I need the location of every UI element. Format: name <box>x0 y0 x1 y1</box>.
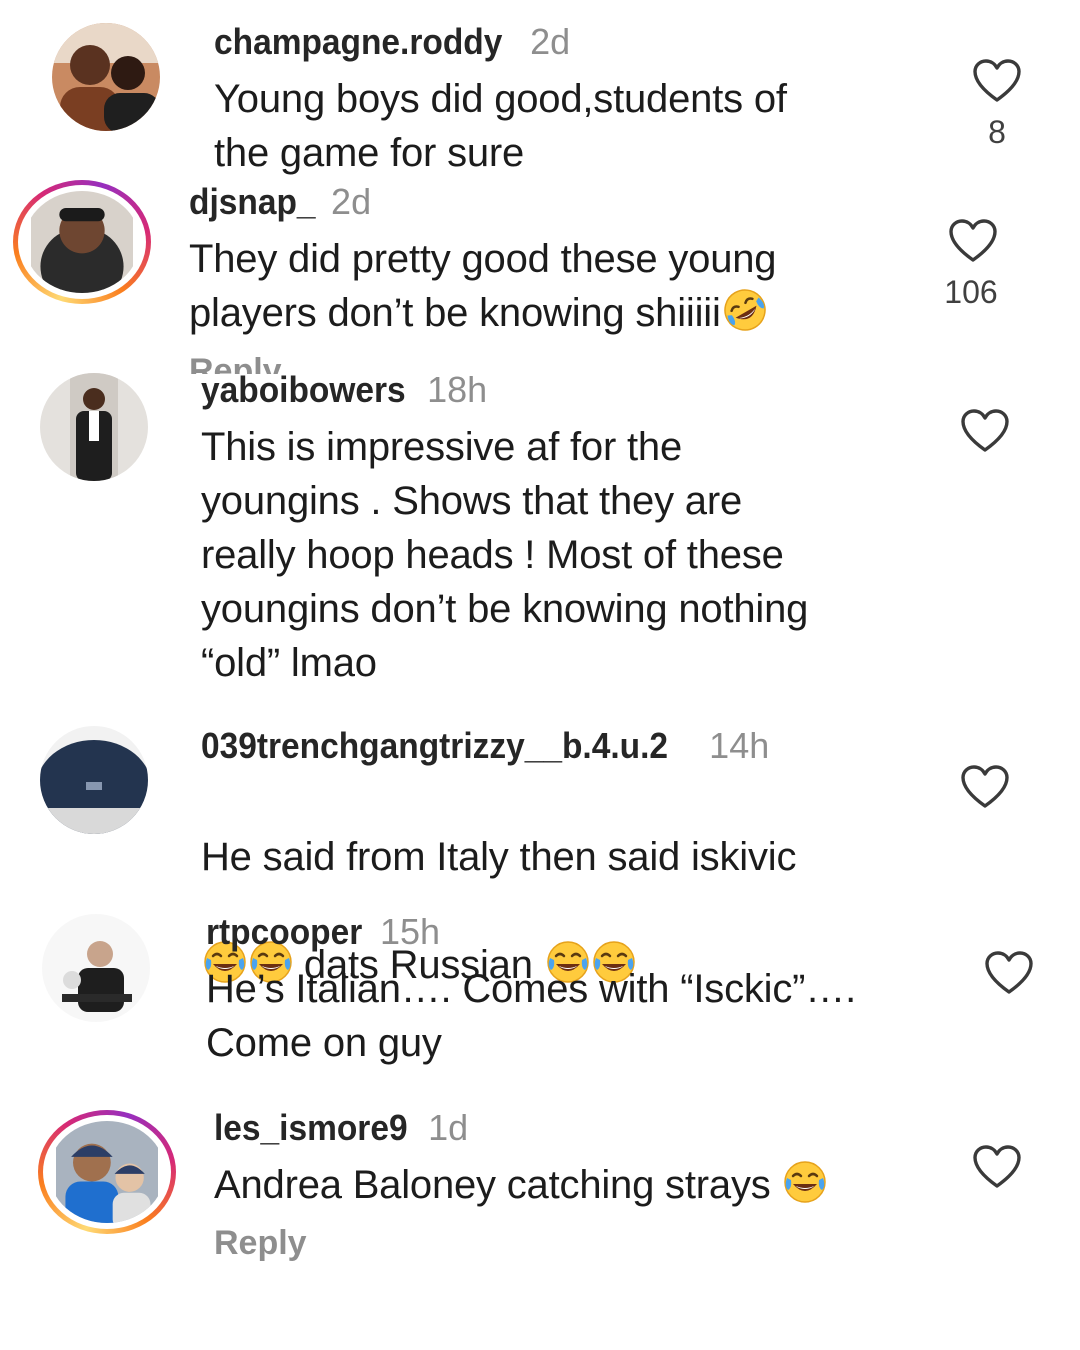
comment-text-body: They did pretty good these young players… <box>189 237 777 335</box>
like-control[interactable] <box>954 408 1016 454</box>
man-in-tuxedo-photo-icon <box>40 373 148 481</box>
comment-username[interactable]: champagne.roddy <box>214 22 502 62</box>
like-count: 106 <box>944 274 998 310</box>
comment-timestamp: 18h <box>427 369 488 410</box>
comment-item: rtpcooper 15h He’s Italian…. Comes with “… <box>0 890 1080 1090</box>
like-control[interactable] <box>954 764 1016 810</box>
face-with-tears-of-joy-icon <box>783 1160 827 1204</box>
comment-text: He’s Italian…. Comes with “Isckic”…. Com… <box>206 967 856 1065</box>
heart-icon[interactable] <box>948 218 998 264</box>
comment-item: 039trenchgangtrizzy__b.4.u.2 14h He said … <box>0 706 1080 987</box>
comment-username[interactable]: les_ismore9 <box>214 1108 408 1148</box>
comment-timestamp: 1d <box>428 1107 469 1148</box>
man-in-hoodie-photo-icon <box>31 191 133 293</box>
comment-item: les_ismore9 1d Andrea Baloney catching st… <box>0 1090 1080 1350</box>
comment-username[interactable]: yaboibowers <box>201 370 406 410</box>
avatar[interactable] <box>40 726 148 834</box>
two-people-in-caps-photo-icon <box>56 1121 158 1223</box>
comment-text: This is impressive af for the youngins .… <box>201 425 809 685</box>
comment-timestamp: 15h <box>380 911 441 952</box>
avatar[interactable] <box>42 914 150 1022</box>
comment-item: djsnap_ 2d They did pretty good these you… <box>0 178 1080 374</box>
comment-timestamp: 2d <box>530 21 571 62</box>
comment-text-line: He said from Italy then said iskivic <box>201 835 797 879</box>
like-count: 8 <box>988 114 1006 150</box>
avatar[interactable] <box>38 1110 176 1234</box>
rolling-on-floor-laughing-icon <box>723 288 767 332</box>
like-control[interactable]: 8 <box>966 58 1028 151</box>
comment-username[interactable]: djsnap_ <box>189 182 316 222</box>
heart-icon[interactable] <box>960 764 1010 810</box>
avatar[interactable] <box>40 373 148 481</box>
avatar[interactable] <box>13 180 151 304</box>
heart-icon[interactable] <box>984 950 1034 996</box>
reply-button[interactable]: Reply <box>214 1224 307 1263</box>
heart-icon[interactable] <box>972 1144 1022 1190</box>
comment-timestamp: 2d <box>331 181 372 222</box>
two-men-photo-icon <box>52 23 160 131</box>
heart-icon[interactable] <box>972 58 1022 104</box>
comment-username[interactable]: 039trenchgangtrizzy__b.4.u.2 <box>201 726 668 766</box>
like-control[interactable] <box>978 950 1040 996</box>
comment-text-body: Andrea Baloney catching strays <box>214 1163 771 1207</box>
comment-timestamp: 14h <box>709 725 770 766</box>
comment-item: yaboibowers 18h This is impressive af for… <box>0 366 1080 706</box>
comment-item: champagne.roddy 2d Young boys did good,st… <box>0 0 1080 178</box>
avatar[interactable] <box>52 23 160 131</box>
like-control[interactable] <box>966 1144 1028 1190</box>
heart-icon[interactable] <box>960 408 1010 454</box>
comment-text: Young boys did good,students of the game… <box>214 77 787 175</box>
comment-text: Andrea Baloney catching strays <box>214 1158 827 1212</box>
comment-text: They did pretty good these young players… <box>189 232 777 340</box>
comment-username[interactable]: rtpcooper <box>206 912 362 952</box>
navy-cap-photo-icon <box>40 726 148 834</box>
man-in-black-shirt-photo-icon <box>42 914 150 1022</box>
like-control[interactable]: 106 <box>942 218 1004 311</box>
